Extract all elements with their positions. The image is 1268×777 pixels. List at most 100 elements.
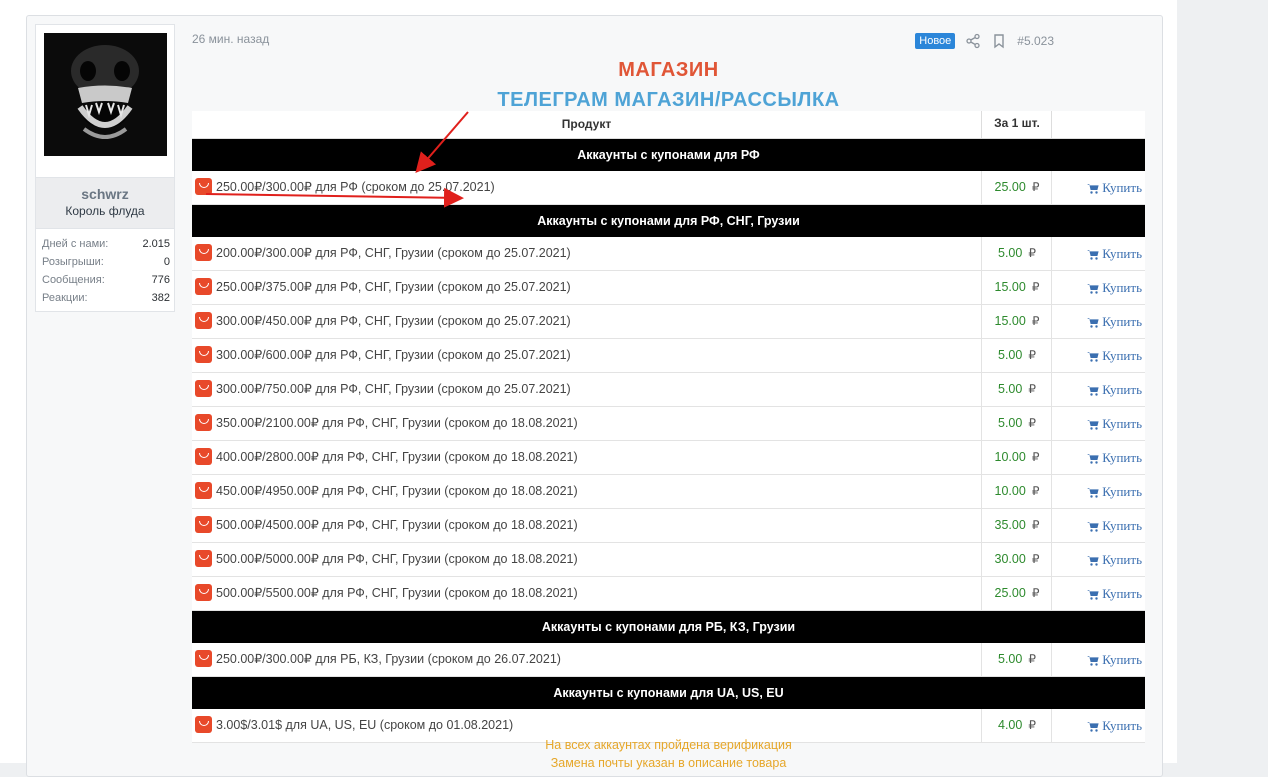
section-header: Аккаунты с купонами для РФ, СНГ, Грузии	[192, 205, 1145, 237]
product-cell: 200.00₽/300.00₽ для РФ, СНГ, Грузии (сро…	[195, 244, 571, 261]
buy-button[interactable]: Купить	[1051, 509, 1145, 542]
price-cell: 5.00 ₽	[981, 373, 1052, 406]
buy-button[interactable]: Купить	[1051, 643, 1145, 676]
table-row: 250.00₽/300.00₽ для РБ, КЗ, Грузии (срок…	[192, 643, 1145, 677]
cart-icon	[1087, 420, 1099, 430]
post-timestamp[interactable]: 26 мин. назад	[192, 32, 269, 46]
email-change-note: Замена почты указан в описание товара	[550, 756, 787, 770]
buy-label: Купить	[1102, 450, 1142, 465]
product-name: 350.00₽/2100.00₽ для РФ, СНГ, Грузии (ср…	[216, 416, 578, 430]
cart-icon	[1087, 590, 1099, 600]
cart-icon	[1087, 722, 1099, 732]
product-name: 400.00₽/2800.00₽ для РФ, СНГ, Грузии (ср…	[216, 450, 578, 464]
avatar[interactable]	[44, 33, 167, 156]
buy-button[interactable]: Купить	[1051, 171, 1145, 204]
product-cell: 3.00$/3.01$ для UA, US, EU (сроком до 01…	[195, 716, 513, 733]
section-header: Аккаунты с купонами для РФ	[192, 139, 1145, 171]
product-cell: 250.00₽/375.00₽ для РФ, СНГ, Грузии (сро…	[195, 278, 571, 295]
cart-icon	[1087, 318, 1099, 328]
buy-button[interactable]: Купить	[1051, 543, 1145, 576]
buy-label: Купить	[1102, 484, 1142, 499]
table-row: 250.00₽/375.00₽ для РФ, СНГ, Грузии (сро…	[192, 271, 1145, 305]
price-cell: 35.00 ₽	[981, 509, 1052, 542]
price-cell: 10.00 ₽	[981, 441, 1052, 474]
cart-icon	[1087, 284, 1099, 294]
section-header: Аккаунты с купонами для UA, US, EU	[192, 677, 1145, 709]
stat-label: Реакции:	[42, 292, 88, 304]
cart-icon	[1087, 184, 1099, 194]
price-value: 5.00	[998, 246, 1023, 260]
buy-button[interactable]: Купить	[1051, 407, 1145, 440]
aliexpress-icon	[195, 716, 212, 733]
currency-symbol: ₽	[1031, 552, 1040, 566]
currency-symbol: ₽	[1031, 518, 1040, 532]
user-card: schwrz Король флуда Дней с нами: 2.015 Р…	[35, 24, 175, 312]
price-cell: 15.00 ₽	[981, 305, 1052, 338]
aliexpress-icon	[195, 178, 212, 195]
price-value: 15.00	[994, 314, 1026, 328]
product-name: 500.00₽/5000.00₽ для РФ, СНГ, Грузии (ср…	[216, 552, 578, 566]
currency-symbol: ₽	[1028, 718, 1036, 732]
products-table: Продукт За 1 шт. Аккаунты с купонами для…	[192, 111, 1145, 743]
currency-symbol: ₽	[1028, 348, 1036, 362]
currency-symbol: ₽	[1028, 382, 1036, 396]
buy-button[interactable]: Купить	[1051, 305, 1145, 338]
cart-icon	[1087, 488, 1099, 498]
price-cell: 5.00 ₽	[981, 237, 1052, 270]
price-value: 5.00	[998, 652, 1023, 666]
buy-label: Купить	[1102, 518, 1142, 533]
buy-label: Купить	[1102, 382, 1142, 397]
price-cell: 15.00 ₽	[981, 271, 1052, 304]
buy-button[interactable]: Купить	[1051, 339, 1145, 372]
buy-label: Купить	[1102, 586, 1142, 601]
price-cell: 10.00 ₽	[981, 475, 1052, 508]
stat-label: Сообщения:	[42, 274, 105, 286]
table-header: Продукт За 1 шт.	[192, 111, 1145, 139]
stat-label: Дней с нами:	[42, 238, 109, 250]
buy-label: Купить	[1102, 652, 1142, 667]
product-name: 450.00₽/4950.00₽ для РФ, СНГ, Грузии (ср…	[216, 484, 578, 498]
share-icon[interactable]	[965, 33, 981, 49]
price-value: 25.00	[994, 586, 1026, 600]
aliexpress-icon	[195, 650, 212, 667]
product-name: 500.00₽/4500.00₽ для РФ, СНГ, Грузии (ср…	[216, 518, 578, 532]
stat-reactions: Реакции: 382	[42, 289, 170, 307]
buy-button[interactable]: Купить	[1051, 237, 1145, 270]
price-value: 5.00	[998, 348, 1023, 362]
post-number-link[interactable]: #5.023	[1017, 34, 1054, 48]
price-cell: 25.00 ₽	[981, 171, 1052, 204]
price-cell: 30.00 ₽	[981, 543, 1052, 576]
buy-button[interactable]: Купить	[1051, 441, 1145, 474]
bookmark-icon[interactable]	[991, 33, 1007, 49]
buy-button[interactable]: Купить	[1051, 475, 1145, 508]
product-cell: 350.00₽/2100.00₽ для РФ, СНГ, Грузии (ср…	[195, 414, 578, 431]
currency-symbol: ₽	[1031, 180, 1040, 194]
price-cell: 25.00 ₽	[981, 577, 1052, 610]
product-name: 200.00₽/300.00₽ для РФ, СНГ, Грузии (сро…	[216, 246, 571, 260]
column-header-price: За 1 шт.	[981, 111, 1052, 138]
price-value: 10.00	[994, 450, 1026, 464]
table-row: 500.00₽/5500.00₽ для РФ, СНГ, Грузии (ср…	[192, 577, 1145, 611]
cart-icon	[1087, 352, 1099, 362]
cart-icon	[1087, 556, 1099, 566]
aliexpress-icon	[195, 448, 212, 465]
buy-button[interactable]: Купить	[1051, 373, 1145, 406]
buy-button[interactable]: Купить	[1051, 577, 1145, 610]
user-title: Король флуда	[65, 204, 145, 218]
column-header-empty	[1051, 111, 1146, 138]
buy-button[interactable]: Купить	[1051, 271, 1145, 304]
cart-icon	[1087, 656, 1099, 666]
table-row: 450.00₽/4950.00₽ для РФ, СНГ, Грузии (ср…	[192, 475, 1145, 509]
new-badge: Новое	[915, 33, 956, 49]
table-row: 300.00₽/450.00₽ для РФ, СНГ, Грузии (сро…	[192, 305, 1145, 339]
table-row: 400.00₽/2800.00₽ для РФ, СНГ, Грузии (ср…	[192, 441, 1145, 475]
price-value: 30.00	[994, 552, 1026, 566]
product-name: 3.00$/3.01$ для UA, US, EU (сроком до 01…	[216, 717, 514, 732]
shop-subtitle[interactable]: ТЕЛЕГРАМ МАГАЗИН/РАССЫЛКА	[192, 89, 1145, 112]
product-cell: 300.00₽/750.00₽ для РФ, СНГ, Грузии (сро…	[195, 380, 571, 397]
buy-label: Купить	[1102, 552, 1142, 567]
username[interactable]: schwrz	[36, 186, 174, 202]
product-name: 300.00₽/750.00₽ для РФ, СНГ, Грузии (сро…	[216, 382, 571, 396]
page: schwrz Король флуда Дней с нами: 2.015 Р…	[0, 0, 1177, 777]
price-cell: 5.00 ₽	[981, 407, 1052, 440]
